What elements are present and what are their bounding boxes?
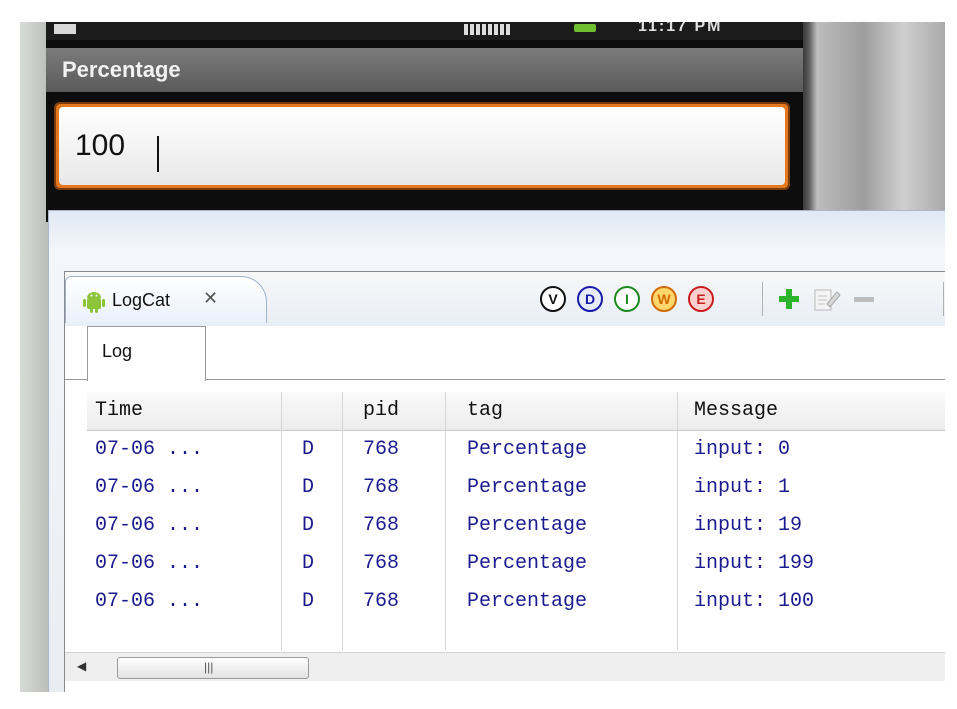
logcat-view-tab[interactable]: LogCat ✕ [65,276,267,323]
table-row[interactable]: 07-06 ... D 768 Percentage input: 0 [87,438,945,476]
percentage-input-focus-ring [54,102,790,190]
info-filter-button[interactable]: I [614,286,640,312]
close-icon[interactable]: ✕ [203,288,218,309]
text-caret [157,136,159,172]
cell-pid: 768 [363,552,400,575]
warn-filter-button[interactable]: W [651,286,677,312]
cell-level: D [302,438,315,461]
cell-tag: Percentage [467,590,588,613]
cell-pid: 768 [363,590,400,613]
cell-time: 07-06 ... [95,514,204,537]
eclipse-window: LogCat ✕ V D I W E Log Time pid tag Mess… [48,210,945,692]
cell-message: input: 1 [694,476,791,499]
status-clock: 11:17 PM [638,22,723,35]
cell-time: 07-06 ... [95,476,204,499]
log-table-header: Time pid tag Message [87,392,945,431]
column-header-time[interactable]: Time [95,399,143,422]
cell-level: D [302,476,315,499]
signal-icon [464,24,512,35]
horizontal-scrollbar[interactable]: ◀ ||| [65,652,945,681]
table-row[interactable]: 07-06 ... D 768 Percentage input: 199 [87,552,945,590]
edit-filter-icon[interactable] [813,286,841,312]
remove-filter-icon[interactable] [852,289,876,309]
cell-time: 07-06 ... [95,552,204,575]
cell-message: input: 199 [694,552,815,575]
status-bar: 11:17 PM [46,22,803,40]
logcat-view-toolbar: LogCat ✕ V D I W E [65,272,945,326]
screenshot-frame: 11:17 PM Percentage 100 LogCat ✕ V D I W… [20,22,945,692]
scroll-left-arrow-icon[interactable]: ◀ [77,659,86,673]
cell-level: D [302,514,315,537]
cell-message: input: 0 [694,438,791,461]
android-icon [83,292,105,313]
table-row[interactable]: 07-06 ... D 768 Percentage input: 19 [87,514,945,552]
grip-icon: ||| [204,660,214,674]
table-row[interactable]: 07-06 ... D 768 Percentage input: 1 [87,476,945,514]
column-header-message[interactable]: Message [694,399,778,422]
cell-tag: Percentage [467,552,588,575]
cell-time: 07-06 ... [95,438,204,461]
cell-pid: 768 [363,476,400,499]
scrollbar-thumb[interactable]: ||| [117,657,309,679]
cell-pid: 768 [363,514,400,537]
column-header-pid[interactable]: pid [363,399,399,422]
cell-message: input: 100 [694,590,815,613]
tab-log[interactable]: Log [87,326,206,381]
android-emulator-screen: 11:17 PM Percentage [46,22,803,222]
toolbar-separator-2 [943,282,944,316]
toolbar-separator [762,282,763,316]
app-title-bar: Percentage [46,48,803,92]
percentage-input[interactable] [59,107,785,185]
verbose-filter-button[interactable]: V [540,286,566,312]
app-title: Percentage [62,57,181,82]
debug-filter-button[interactable]: D [577,286,603,312]
cell-tag: Percentage [467,514,588,537]
tab-log-label: Log [102,341,133,361]
cell-tag: Percentage [467,476,588,499]
cell-pid: 768 [363,438,400,461]
error-filter-button[interactable]: E [688,286,714,312]
logcat-tab-label: LogCat [112,290,171,310]
cell-level: D [302,552,315,575]
add-filter-icon[interactable] [777,287,801,311]
notification-icon [54,24,76,34]
cell-message: input: 19 [694,514,803,537]
column-header-tag[interactable]: tag [467,399,503,422]
table-row[interactable]: 07-06 ... D 768 Percentage input: 100 [87,590,945,628]
cell-tag: Percentage [467,438,588,461]
battery-icon [574,24,596,32]
logcat-view: LogCat ✕ V D I W E Log Time pid tag Mess… [64,271,945,692]
cell-time: 07-06 ... [95,590,204,613]
emulator-bezel-right [803,22,945,222]
cell-level: D [302,590,315,613]
